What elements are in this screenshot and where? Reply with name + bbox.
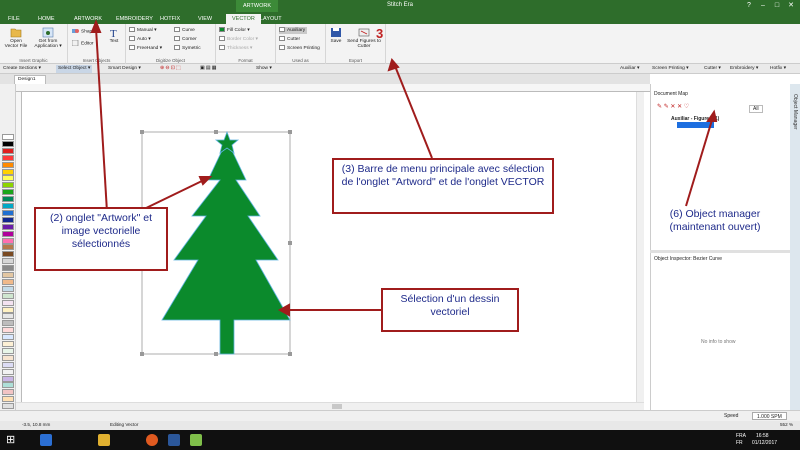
annotation-vector-selection: Sélection d'un dessin vectoriel [381,288,519,332]
annotation-artwork-tab: (2) onglet "Artwork" et image vectoriell… [34,207,168,271]
annotation-main-menu: (3) Barre de menu principale avec sélect… [332,158,554,214]
annotation-object-manager: (6) Object manager (maintenant ouvert) [669,208,761,233]
